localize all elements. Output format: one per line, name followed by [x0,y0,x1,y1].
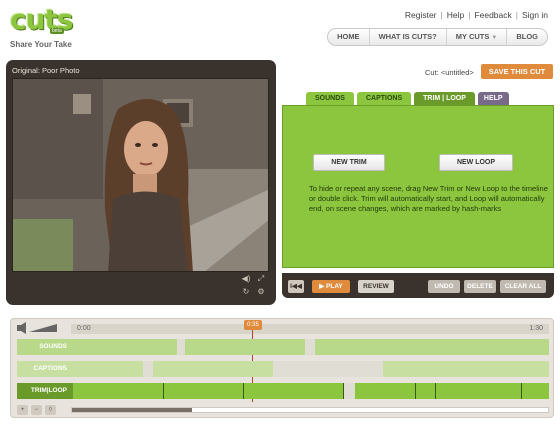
scrollbar-thumb[interactable] [72,408,192,412]
nav-home[interactable]: HOME [328,29,370,45]
settings-icon[interactable]: ⚙ [256,287,266,297]
playback-bar: I◀◀ ▶ PLAY REVIEW UNDO DELETE CLEAR ALL [282,273,554,298]
scene-hash-mark [343,383,344,399]
trim-loop-panel: NEW TRIM NEW LOOP To hide or repeat any … [282,105,554,268]
sign-in-link[interactable]: Sign in [522,10,548,20]
track-sounds[interactable] [73,339,549,355]
clear-all-button[interactable]: CLEAR ALL [500,280,546,293]
scene-hash-mark [415,383,416,399]
trim-loop-instructions: To hide or repeat any scene, drag New Tr… [309,184,548,213]
tab-help[interactable]: HELP [477,92,509,105]
track-trim-loop[interactable] [73,383,549,399]
help-link[interactable]: Help [447,10,464,20]
scene-hash-mark [243,383,244,399]
new-loop-button[interactable]: NEW LOOP [439,154,513,171]
nav-blog[interactable]: BLOG [507,29,547,45]
caption-segment[interactable] [383,361,549,377]
track-label-captions: CAPTIONS [17,361,73,377]
scene-hash-mark [163,383,164,399]
timeline-scrollbar[interactable] [71,407,549,413]
video-panel: Original: Poor Photo ◀) ⤢ ↻ ⚙ [6,60,276,305]
fullscreen-icon[interactable]: ⤢ [256,274,266,284]
delete-button[interactable]: DELETE [464,280,496,293]
play-button[interactable]: ▶ PLAY [312,280,350,293]
sound-segment[interactable] [73,339,177,355]
trim-segment[interactable] [73,383,343,399]
logo-beta-badge: beta [50,28,64,34]
tab-trim-loop[interactable]: TRIM | LOOP [414,92,475,105]
skip-to-start-button[interactable]: I◀◀ [288,280,304,293]
video-frame-image [13,79,268,271]
tab-sounds[interactable]: SOUNDS [306,92,354,105]
volume-slider-icon[interactable] [17,322,59,334]
tab-captions[interactable]: CAPTIONS [356,92,412,105]
register-link[interactable]: Register [405,10,437,20]
track-label-sounds: SOUNDS [17,339,73,355]
sound-segment[interactable] [315,339,549,355]
zoom-in-icon[interactable]: + [17,405,28,415]
refresh-icon[interactable]: ↻ [241,287,251,297]
track-captions[interactable] [73,361,549,377]
nav-my-cuts-label: MY CUTS [455,32,490,41]
timeline: 0:00 1:30 0:35 SOUNDS CAPTIONS TRIM|LOOP… [10,318,554,418]
trim-segment[interactable] [355,383,549,399]
sound-segment[interactable] [185,339,305,355]
track-label-trim-loop: TRIM|LOOP [17,383,73,399]
tool-tabs: SOUNDS CAPTIONS TRIM | LOOP HELP [306,92,509,105]
feedback-link[interactable]: Feedback [474,10,511,20]
nav-my-cuts[interactable]: MY CUTS ▼ [447,29,508,45]
new-trim-button[interactable]: NEW TRIM [313,154,385,171]
undo-button[interactable]: UNDO [428,280,460,293]
video-title: Original: Poor Photo [12,66,80,75]
video-controls: ◀) ⤢ ↻ ⚙ [241,274,266,297]
timeline-start-time: 0:00 [77,325,91,332]
main-nav: HOME WHAT IS CUTS? MY CUTS ▼ BLOG [327,28,548,46]
zoom-out-icon[interactable]: − [31,405,42,415]
nav-what-is-cuts[interactable]: WHAT IS CUTS? [370,29,447,45]
scene-hash-mark [521,383,522,399]
caption-segment[interactable] [153,361,273,377]
zoom-controls: + − ◊ [17,405,56,415]
top-links: Register | Help | Feedback | Sign in [404,10,548,20]
caption-segment[interactable] [73,361,143,377]
chevron-down-icon: ▼ [491,35,498,41]
volume-icon[interactable]: ◀) [241,274,251,284]
zoom-fit-icon[interactable]: ◊ [45,405,56,415]
cuts-logo[interactable]: cuts beta [10,6,74,38]
scene-hash-mark [435,383,436,399]
tagline: Share Your Take [10,40,72,49]
save-cut-button[interactable]: SAVE THIS CUT [481,64,553,79]
timeline-end-time: 1:30 [529,325,543,332]
review-button[interactable]: REVIEW [358,280,394,293]
timeline-ruler[interactable]: 0:00 1:30 [71,324,549,334]
cut-name-label: Cut: <untitled> [425,68,474,77]
video-player[interactable] [12,78,269,272]
playhead[interactable]: 0:35 [244,320,262,330]
